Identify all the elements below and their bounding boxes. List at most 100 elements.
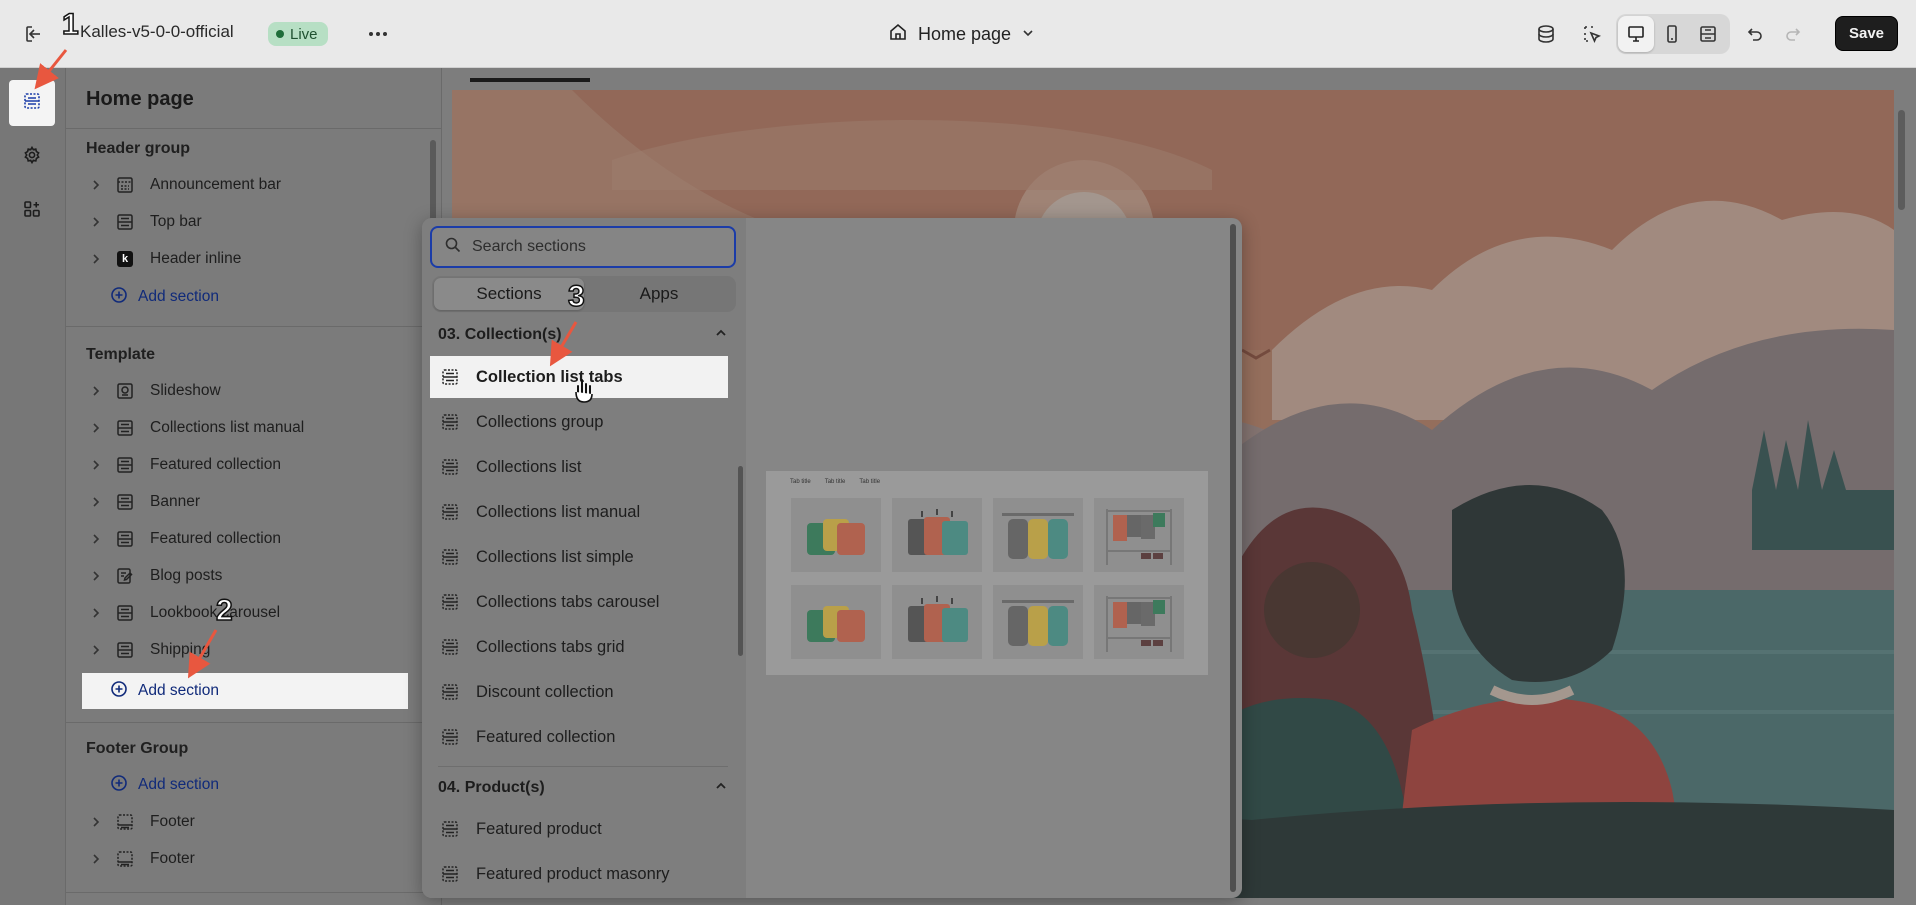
mobile-view-icon[interactable] — [1654, 16, 1690, 52]
picker-item-collections-group[interactable]: Collections group — [430, 401, 728, 443]
product-thumb-hoodies — [993, 498, 1083, 572]
chevron-right-icon[interactable] — [86, 216, 106, 228]
picker-list-scrollbar[interactable] — [738, 466, 743, 656]
section-item-featured-collection[interactable]: Featured collection — [86, 448, 408, 482]
section-item-shipping[interactable]: Shipping — [86, 633, 408, 667]
fullscreen-view-icon[interactable] — [1690, 16, 1726, 52]
add-section-footer-button[interactable]: Add section — [110, 768, 219, 802]
section-item-label: Featured collection — [150, 456, 281, 473]
theme-settings-button[interactable] — [9, 134, 55, 180]
search-input[interactable] — [472, 238, 712, 256]
inspector-button[interactable] — [1574, 16, 1610, 52]
section-item-banner[interactable]: Banner — [86, 485, 408, 519]
section-item-lookbook-carousel[interactable]: Lookbook carousel — [86, 596, 408, 630]
more-options-button[interactable] — [364, 20, 392, 48]
picker-item-featured-collection[interactable]: Featured collection — [430, 716, 728, 758]
divider — [66, 722, 442, 723]
chevron-right-icon[interactable] — [86, 179, 106, 191]
product-thumb-hoodies — [993, 585, 1083, 659]
section-picker-list: Sections Apps 03. Collection(s) Collecti… — [422, 218, 746, 898]
section-item-top-bar[interactable]: Top bar — [86, 205, 408, 239]
picker-item-discount-collection[interactable]: Discount collection — [430, 671, 728, 713]
preview-scrollbar[interactable] — [1898, 110, 1905, 210]
app-embeds-button[interactable] — [9, 188, 55, 234]
add-section-header-button[interactable]: Add section — [110, 280, 219, 314]
picker-item-collection-list-tabs[interactable]: Collection list tabs — [430, 356, 728, 398]
add-section-template-button[interactable]: Add section — [82, 673, 408, 709]
desktop-view-icon[interactable] — [1618, 16, 1654, 52]
divider — [438, 766, 728, 767]
section-item-label: Top bar — [150, 213, 202, 230]
annotation-number-1: 1 — [61, 7, 79, 42]
section-item-footer[interactable]: Footer — [86, 805, 408, 839]
picker-item-featured-product[interactable]: Featured product — [430, 808, 728, 850]
chevron-right-icon[interactable] — [86, 570, 106, 582]
redo-button[interactable] — [1776, 16, 1812, 52]
picker-item-label: Collections list simple — [476, 547, 634, 566]
picker-item-label: Featured product — [476, 819, 602, 838]
footer-section-icon — [114, 811, 136, 833]
search-field[interactable] — [430, 226, 736, 268]
tab-apps[interactable]: Apps — [584, 278, 734, 310]
section-icon — [440, 637, 460, 657]
picker-item-collections-list-simple[interactable]: Collections list simple — [430, 536, 728, 578]
product-thumb-clothes-rack — [1094, 498, 1184, 572]
add-section-picker: Sections Apps 03. Collection(s) Collecti… — [422, 218, 1242, 898]
section-item-label: Announcement bar — [150, 176, 281, 193]
chevron-right-icon[interactable] — [86, 253, 106, 265]
divider — [66, 326, 442, 327]
tab-sections[interactable]: Sections — [434, 278, 584, 310]
picker-preview-scrollbar[interactable] — [1230, 224, 1236, 892]
category-products-header[interactable]: 04. Product(s) — [438, 771, 728, 805]
footer-group-title: Footer Group — [86, 740, 189, 757]
sections-nav-button[interactable] — [9, 80, 55, 126]
section-icon — [440, 864, 460, 884]
chevron-right-icon[interactable] — [86, 422, 106, 434]
chevron-right-icon[interactable] — [86, 853, 106, 865]
chevron-down-icon — [1021, 24, 1035, 45]
template-group-title: Template — [86, 346, 156, 363]
section-icon — [440, 457, 460, 477]
chevron-right-icon[interactable] — [86, 496, 106, 508]
section-item-label: Collections list manual — [150, 419, 305, 436]
section-announcement-icon — [114, 174, 136, 196]
gear-icon — [22, 145, 42, 170]
category-collections-header[interactable]: 03. Collection(s) — [438, 318, 728, 352]
picker-item-collections-list[interactable]: Collections list — [430, 446, 728, 488]
chevron-right-icon[interactable] — [86, 816, 106, 828]
kalles-app-icon: k — [114, 248, 136, 270]
chevron-right-icon[interactable] — [86, 607, 106, 619]
section-item-collections-list-manual[interactable]: Collections list manual — [86, 411, 408, 445]
section-item-header-inline[interactable]: k Header inline — [86, 242, 408, 276]
search-icon — [444, 236, 462, 259]
section-icon — [440, 819, 460, 839]
picker-item-featured-product-masonry[interactable]: Featured product masonry — [430, 853, 728, 895]
chevron-up-icon — [714, 326, 728, 345]
product-thumb-hanging-shirts — [892, 585, 982, 659]
chevron-right-icon[interactable] — [86, 644, 106, 656]
section-item-announcement-bar[interactable]: Announcement bar — [86, 168, 408, 202]
chevron-right-icon[interactable] — [86, 385, 106, 397]
chevron-right-icon[interactable] — [86, 459, 106, 471]
save-button[interactable]: Save — [1835, 16, 1898, 51]
live-label: Live — [290, 25, 318, 43]
section-item-blog-posts[interactable]: Blog posts — [86, 559, 408, 593]
section-item-label: Slideshow — [150, 382, 221, 399]
chevron-right-icon[interactable] — [86, 533, 106, 545]
picker-item-collections-tabs-grid[interactable]: Collections tabs grid — [430, 626, 728, 668]
section-item-footer-2[interactable]: Footer — [86, 842, 408, 876]
picker-item-collections-tabs-carousel[interactable]: Collections tabs carousel — [430, 581, 728, 623]
product-thumb-clothes-rack — [1094, 585, 1184, 659]
exit-icon[interactable] — [20, 20, 48, 48]
theme-check-button[interactable] — [1528, 16, 1564, 52]
undo-icon — [1736, 16, 1772, 52]
section-item-slideshow[interactable]: Slideshow — [86, 374, 408, 408]
picker-item-collections-list-manual[interactable]: Collections list manual — [430, 491, 728, 533]
annotation-number-3: 3 — [567, 279, 585, 314]
section-item-featured-collection-2[interactable]: Featured collection — [86, 522, 408, 556]
undo-button[interactable] — [1736, 16, 1772, 52]
live-dot-icon — [276, 30, 284, 38]
section-item-label: Featured collection — [150, 530, 281, 547]
page-selector[interactable]: Home page — [888, 20, 1035, 48]
preview-tab-titles: Tab title Tab title Tab title — [790, 479, 880, 485]
